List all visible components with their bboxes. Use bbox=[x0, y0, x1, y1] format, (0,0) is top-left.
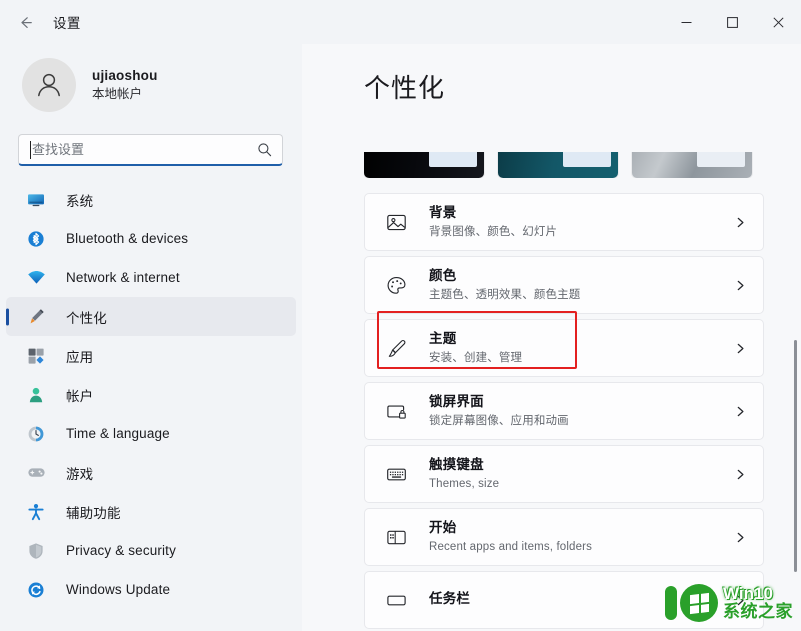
account-type: 本地帐户 bbox=[92, 87, 143, 102]
card-subtitle: 安装、创建、管理 bbox=[429, 351, 523, 364]
main-content: 个性化 背景 背景图像、颜色、幻灯片 颜色 主题色、透明效果、颜色主题 主题 安… bbox=[302, 44, 801, 631]
settings-card-lock-screen[interactable]: 锁屏界面 锁定屏幕图像、应用和动画 bbox=[364, 382, 764, 440]
card-title: 触摸键盘 bbox=[429, 457, 484, 473]
sidebar-item-label: 应用 bbox=[66, 349, 94, 365]
sidebar-item-label: 个性化 bbox=[66, 310, 107, 326]
settings-card-start[interactable]: 开始 Recent apps and items, folders bbox=[364, 508, 764, 566]
card-subtitle: Themes, size bbox=[429, 477, 500, 490]
sidebar: ujiaoshou 本地帐户 查找设置 系统 Bluetooth & devic… bbox=[0, 44, 302, 631]
picture-icon bbox=[381, 212, 411, 233]
card-subtitle: 锁定屏幕图像、应用和动画 bbox=[429, 414, 569, 427]
theme-preview-tile bbox=[697, 152, 745, 167]
account-name: ujiaoshou bbox=[92, 67, 158, 83]
search-input[interactable] bbox=[19, 135, 234, 164]
text-caret bbox=[30, 141, 31, 159]
taskbar-icon bbox=[381, 590, 411, 611]
card-title: 颜色 bbox=[429, 268, 457, 284]
palette-icon bbox=[381, 275, 411, 296]
card-title: 背景 bbox=[429, 205, 457, 221]
settings-card-touch-keyboard[interactable]: 触摸键盘 Themes, size bbox=[364, 445, 764, 503]
watermark-logo-icon bbox=[662, 581, 718, 625]
theme-preview-light[interactable] bbox=[632, 152, 752, 178]
theme-preview-teal[interactable] bbox=[498, 152, 618, 178]
sidebar-item-windows-update[interactable]: Windows Update bbox=[6, 570, 296, 609]
theme-preview-dark[interactable] bbox=[364, 152, 484, 178]
sidebar-item-gaming[interactable]: 游戏 bbox=[6, 453, 296, 492]
chevron-right-icon[interactable] bbox=[734, 342, 749, 355]
sidebar-item-apps[interactable]: 应用 bbox=[6, 336, 296, 375]
chevron-right-icon[interactable] bbox=[734, 468, 749, 481]
sidebar-nav: 系统 Bluetooth & devices Network & interne… bbox=[0, 180, 302, 609]
sidebar-item-system[interactable]: 系统 bbox=[6, 180, 296, 219]
bluetooth-icon bbox=[23, 230, 49, 248]
chevron-right-icon[interactable] bbox=[734, 405, 749, 418]
settings-card-colors[interactable]: 颜色 主题色、透明效果、颜色主题 bbox=[364, 256, 764, 314]
sidebar-item-privacy-security[interactable]: Privacy & security bbox=[6, 531, 296, 570]
watermark-line2: 系统之家 bbox=[723, 602, 793, 621]
sidebar-item-label: 系统 bbox=[66, 193, 94, 209]
watermark-line1: Win10 bbox=[723, 584, 773, 604]
system-monitor-icon bbox=[23, 191, 49, 209]
chevron-right-icon[interactable] bbox=[734, 531, 749, 544]
close-icon[interactable] bbox=[755, 0, 801, 44]
watermark: Win10 系统之家 bbox=[662, 581, 793, 625]
title-bar: 设置 bbox=[0, 0, 801, 44]
settings-window: 设置 ujiaoshou 本地帐户 查找设置 系统 Bluetooth & de… bbox=[0, 0, 801, 631]
minimize-icon[interactable] bbox=[663, 0, 709, 44]
chevron-right-icon[interactable] bbox=[734, 216, 749, 229]
update-refresh-icon bbox=[23, 581, 49, 599]
card-subtitle: 主题色、透明效果、颜色主题 bbox=[429, 288, 581, 301]
window-controls bbox=[663, 0, 801, 44]
wifi-icon bbox=[23, 268, 49, 287]
window-title: 设置 bbox=[53, 16, 81, 31]
theme-preview-tile bbox=[563, 152, 611, 167]
personalization-brush-icon bbox=[23, 307, 49, 326]
page-title: 个性化 bbox=[364, 73, 446, 103]
theme-preview-strip bbox=[364, 152, 801, 178]
apps-icon bbox=[23, 347, 49, 365]
chevron-right-icon[interactable] bbox=[734, 279, 749, 292]
start-menu-icon bbox=[381, 527, 411, 548]
sidebar-item-label: 游戏 bbox=[66, 466, 94, 482]
sidebar-item-label: Time & language bbox=[66, 426, 170, 441]
search-box[interactable] bbox=[18, 134, 283, 166]
sidebar-item-label: 辅助功能 bbox=[66, 505, 121, 521]
window-body: ujiaoshou 本地帐户 查找设置 系统 Bluetooth & devic… bbox=[0, 44, 801, 631]
avatar bbox=[22, 58, 76, 112]
clock-globe-icon bbox=[23, 425, 49, 443]
search-icon[interactable] bbox=[257, 142, 272, 162]
sidebar-item-label: Privacy & security bbox=[66, 543, 176, 558]
card-subtitle: 背景图像、颜色、幻灯片 bbox=[429, 225, 558, 238]
card-title: 主题 bbox=[429, 331, 457, 347]
card-title: 开始 bbox=[429, 520, 457, 536]
sidebar-item-personalization[interactable]: 个性化 bbox=[6, 297, 296, 336]
paintbrush-icon bbox=[381, 338, 411, 359]
account-block[interactable]: ujiaoshou 本地帐户 bbox=[22, 58, 302, 112]
lock-screen-icon bbox=[381, 401, 411, 422]
settings-card-themes[interactable]: 主题 安装、创建、管理 bbox=[364, 319, 764, 377]
card-title: 锁屏界面 bbox=[429, 394, 484, 410]
sidebar-item-accounts[interactable]: 帐户 bbox=[6, 375, 296, 414]
sidebar-item-label: Network & internet bbox=[66, 270, 180, 285]
sidebar-item-label: Bluetooth & devices bbox=[66, 231, 189, 246]
sidebar-item-network-internet[interactable]: Network & internet bbox=[6, 258, 296, 297]
card-subtitle: Recent apps and items, folders bbox=[429, 540, 593, 553]
shield-icon bbox=[23, 542, 49, 560]
accounts-person-icon bbox=[23, 386, 49, 404]
accessibility-icon bbox=[23, 503, 49, 521]
theme-preview-tile bbox=[429, 152, 477, 167]
sidebar-item-accessibility[interactable]: 辅助功能 bbox=[6, 492, 296, 531]
back-button[interactable] bbox=[8, 7, 42, 37]
settings-scroll-area: 背景 背景图像、颜色、幻灯片 颜色 主题色、透明效果、颜色主题 主题 安装、创建… bbox=[302, 152, 801, 631]
sidebar-item-label: 帐户 bbox=[66, 388, 94, 404]
vertical-scrollbar[interactable] bbox=[794, 340, 797, 572]
maximize-icon[interactable] bbox=[709, 0, 755, 44]
sidebar-item-label: Windows Update bbox=[66, 582, 171, 597]
keyboard-icon bbox=[381, 464, 411, 485]
gamepad-icon bbox=[23, 463, 49, 482]
sidebar-item-time-language[interactable]: Time & language bbox=[6, 414, 296, 453]
settings-card-list: 背景 背景图像、颜色、幻灯片 颜色 主题色、透明效果、颜色主题 主题 安装、创建… bbox=[364, 193, 764, 629]
sidebar-item-bluetooth-devices[interactable]: Bluetooth & devices bbox=[6, 219, 296, 258]
settings-card-background[interactable]: 背景 背景图像、颜色、幻灯片 bbox=[364, 193, 764, 251]
